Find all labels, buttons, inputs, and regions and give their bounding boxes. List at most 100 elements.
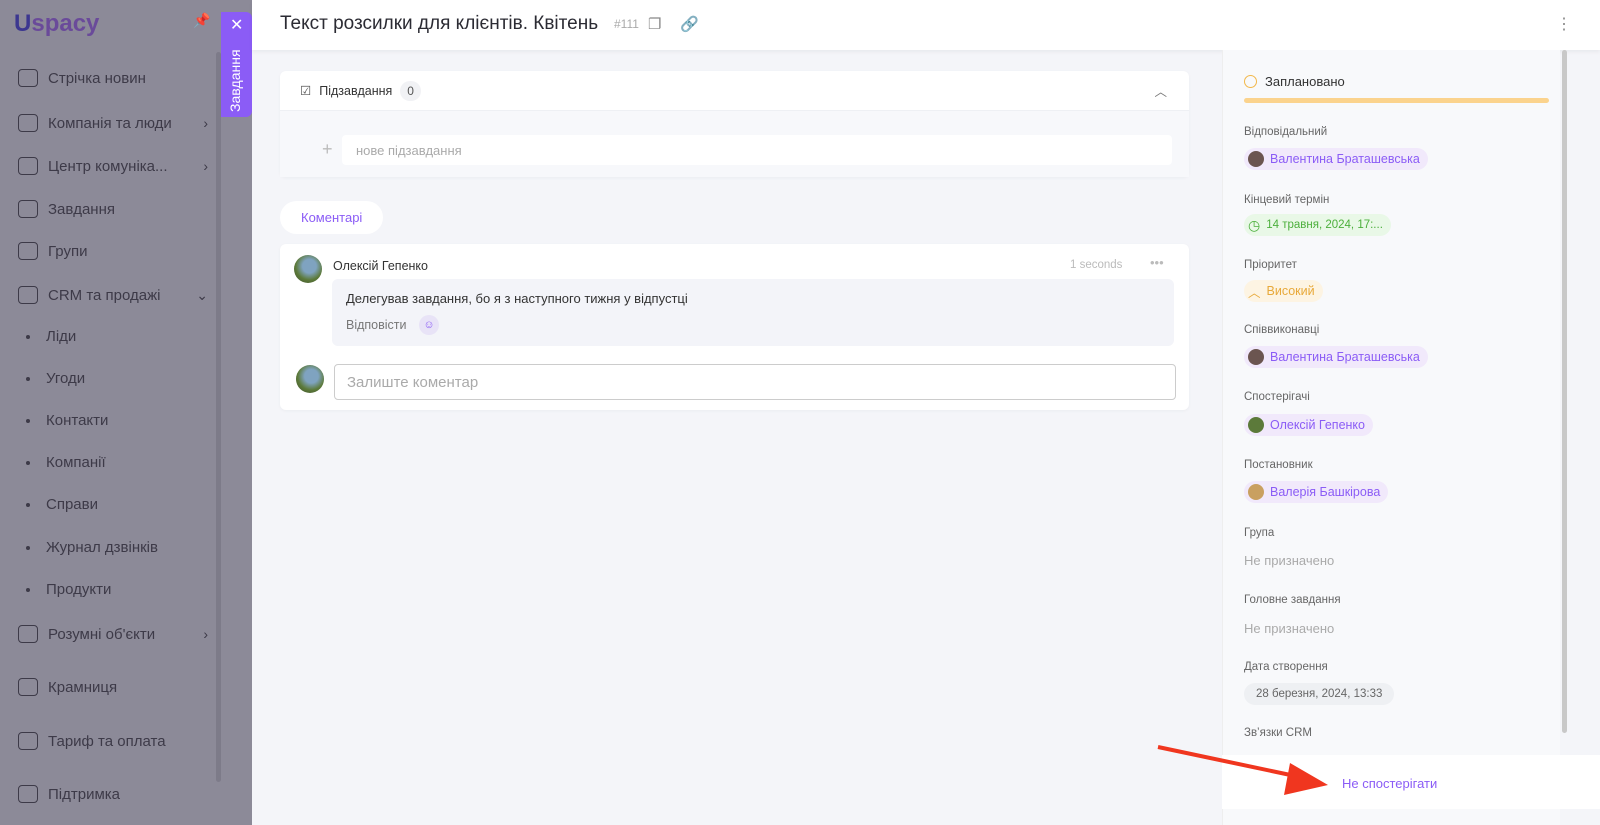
sidebar-item[interactable]: Журнал дзвінків	[26, 539, 216, 556]
sidebar-item[interactable]: Стрічка новин	[18, 69, 208, 87]
sidebar-item[interactable]: Розумні об'єкти ›	[18, 625, 208, 643]
created-value: 28 березня, 2024, 13:33	[1244, 683, 1395, 705]
comment-menu-icon[interactable]: •••	[1150, 255, 1164, 270]
sidebar-item-label: Компанії	[46, 454, 106, 471]
comment-text: Делегував завдання, бо я з наступного ти…	[346, 291, 688, 306]
unwatch-button[interactable]: Не спостерігати	[1342, 776, 1437, 791]
annotation-arrow	[1157, 745, 1328, 795]
avatar	[1248, 151, 1264, 167]
chevron-icon: ›	[203, 626, 208, 642]
subtasks-icon: ☑	[300, 84, 312, 98]
observer-chip[interactable]: Олексій Гепенко	[1244, 414, 1373, 436]
task-tab-label: Завдання	[227, 49, 243, 112]
sidebar-item[interactable]: Підтримка	[18, 785, 208, 803]
comments-card: Олексій Гепенко 1 seconds ••• Делегував …	[280, 244, 1189, 410]
sidebar-item[interactable]: Контакти	[26, 412, 216, 429]
sidebar-item[interactable]: Центр комуніка... ›	[18, 157, 208, 175]
bullet-icon	[26, 502, 30, 507]
sidebar-item[interactable]: Угоди	[26, 370, 216, 387]
task-number: #111	[614, 17, 639, 31]
creator-name: Валерія Башкірова	[1270, 485, 1381, 499]
calendar-icon	[18, 200, 38, 218]
sidebar-item-label: Підтримка	[48, 785, 121, 803]
sidebar-item-label: Журнал дзвінків	[46, 539, 158, 556]
add-subtask-icon[interactable]: +	[322, 139, 333, 160]
sidebar-item-label: Продукти	[46, 581, 112, 598]
building-icon	[18, 114, 38, 132]
status-selector[interactable]: Заплановано	[1244, 74, 1345, 89]
creator-label: Постановник	[1244, 459, 1313, 471]
sidebar-item[interactable]: Ліди	[26, 328, 216, 345]
sidebar-item[interactable]: Компанії	[26, 454, 216, 471]
sidebar-item[interactable]: Справи	[26, 496, 216, 513]
status-label: Заплановано	[1265, 74, 1345, 89]
sidebar-item[interactable]: Завдання	[18, 200, 208, 218]
comment-input[interactable]: Залиште коментар	[334, 364, 1176, 400]
link-icon[interactable]: 🔗	[680, 15, 699, 33]
priority-label: Пріоритет	[1244, 259, 1297, 271]
sidebar-item[interactable]: Групи	[18, 242, 208, 260]
status-progress-bar	[1244, 98, 1549, 103]
priority-chip[interactable]: ︿ Високий	[1244, 280, 1323, 302]
subtasks-title: Підзавдання	[319, 83, 393, 98]
created-label: Дата створення	[1244, 661, 1328, 673]
sidebar-scrollbar[interactable]	[216, 52, 221, 782]
collapse-chevron-icon[interactable]: ︿	[1154, 81, 1167, 100]
comment-bubble: Делегував завдання, бо я з наступного ти…	[332, 279, 1174, 346]
comment-author[interactable]: Олексій Гепенко	[333, 259, 428, 273]
task-header: Текст розсилки для клієнтів. Квітень #11…	[252, 0, 1600, 50]
close-icon[interactable]: ✕	[230, 15, 243, 35]
bullet-icon	[26, 545, 30, 550]
group-value[interactable]: Не призначено	[1244, 553, 1334, 568]
sidebar-item[interactable]: Продукти	[26, 581, 216, 598]
tab-comments[interactable]: Коментарі	[280, 201, 384, 234]
sidebar-item-label: Контакти	[46, 412, 109, 429]
new-subtask-input[interactable]: нове підзавдання	[342, 135, 1172, 165]
chevron-icon: ›	[203, 115, 208, 131]
coexecutor-chip[interactable]: Валентина Браташевська	[1244, 346, 1428, 368]
copy-icon[interactable]: ❐	[648, 15, 661, 33]
more-options-icon[interactable]: ⋮	[1556, 14, 1572, 34]
avatar[interactable]	[294, 255, 322, 283]
sidebar-item-label: Угоди	[46, 370, 86, 387]
parent-task-value[interactable]: Не призначено	[1244, 621, 1334, 636]
sidebar-item-label: Завдання	[48, 200, 115, 218]
logo[interactable]: Uspacy	[14, 10, 99, 38]
sidebar-item[interactable]: Крамниця	[18, 678, 208, 696]
subtasks-count: 0	[400, 80, 421, 101]
help-icon	[18, 785, 38, 803]
group-label: Група	[1244, 527, 1275, 539]
bullet-icon	[26, 460, 30, 465]
sidebar-item[interactable]: Тариф та оплата	[18, 732, 208, 750]
responsible-chip[interactable]: Валентина Браташевська	[1244, 148, 1428, 170]
sidebar-item[interactable]: CRM та продажі ⌄	[18, 286, 208, 304]
observers-label: Спостерігачі	[1244, 391, 1310, 403]
add-reaction-icon[interactable]: ☺	[419, 315, 439, 335]
priority-value: Високий	[1266, 284, 1315, 298]
clock-icon: ◷	[1248, 216, 1261, 233]
chevron-up-icon: ︿	[1248, 285, 1261, 300]
task-panel-tab[interactable]: ✕ Завдання	[221, 12, 252, 117]
deadline-label: Кінцевий термін	[1244, 194, 1330, 206]
sidebar-item-label: Центр комуніка...	[48, 157, 168, 175]
chevron-icon: ›	[203, 158, 208, 174]
task-details-panel: Заплановано Відповідальний Валентина Бра…	[1222, 50, 1560, 825]
bullet-icon	[26, 334, 30, 339]
pin-icon[interactable]: 📌	[193, 12, 210, 29]
wallet-icon	[18, 732, 38, 750]
creator-chip[interactable]: Валерія Башкірова	[1244, 481, 1389, 503]
sidebar: Uspacy 📌 Стрічка новин Компанія та люди › Ц…	[0, 0, 252, 825]
sidebar-item-label: Крамниця	[48, 678, 118, 696]
details-scrollbar[interactable]	[1562, 50, 1567, 733]
parent-task-label: Головне завдання	[1244, 594, 1341, 606]
sidebar-item-label: Ліди	[46, 328, 77, 345]
sidebar-item-label: Розумні об'єкти	[48, 625, 156, 643]
sidebar-item-label: Справи	[46, 496, 98, 513]
responsible-name: Валентина Браташевська	[1270, 152, 1420, 166]
cube-icon	[18, 625, 38, 643]
store-icon	[18, 678, 38, 696]
reply-button[interactable]: Відповісти	[346, 318, 407, 332]
deadline-value: 14 травня, 2024, 17:...	[1266, 219, 1383, 231]
deadline-chip[interactable]: ◷ 14 травня, 2024, 17:...	[1244, 214, 1391, 236]
sidebar-item[interactable]: Компанія та люди ›	[18, 114, 208, 132]
